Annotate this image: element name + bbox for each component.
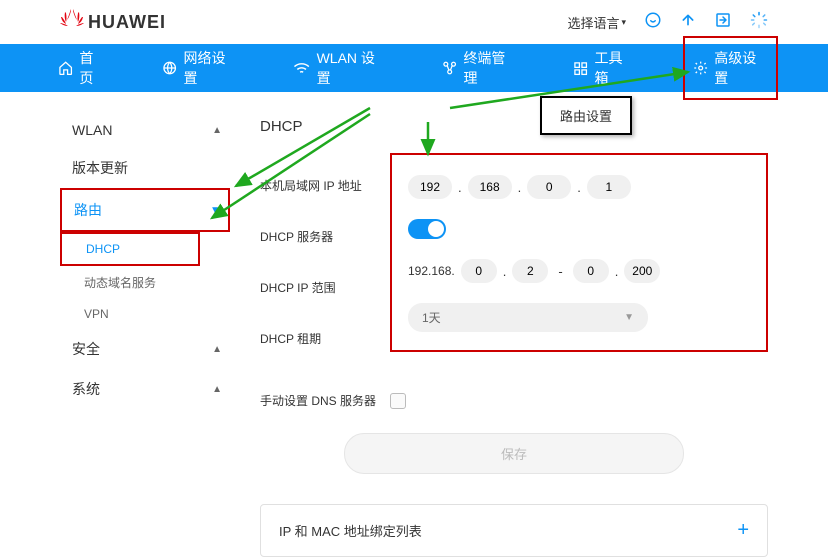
sidebar-sub-vpn[interactable]: VPN [60, 299, 230, 329]
lan-ip-octet-2[interactable] [468, 175, 512, 199]
row-dhcp-server [408, 219, 750, 239]
content-body: WLAN ▲ 版本更新 路由 ▼ DHCP 动态域名服务 VPN 安全 ▲ 系统… [0, 92, 828, 557]
row-lan-ip: . . . [408, 175, 750, 199]
sidebar-sub-dhcp-label: DHCP [86, 242, 120, 256]
sidebar-group-wlan[interactable]: WLAN ▲ [60, 112, 230, 148]
main-nav: 首页 网络设置 WLAN 设置 终端管理 工具箱 高级设置 [0, 44, 828, 92]
row-dhcp-lease: 1天 ▼ [408, 303, 750, 332]
nav-wlan-label: WLAN 设置 [317, 48, 387, 88]
sidebar-group-version[interactable]: 版本更新 [60, 148, 230, 188]
chevron-down-icon: ▾ [621, 17, 626, 28]
sidebar-label-system: 系统 [72, 379, 100, 399]
sidebar-group-security[interactable]: 安全 ▲ [60, 329, 230, 369]
sidebar-sub-ddns[interactable]: 动态域名服务 [60, 266, 230, 299]
range-prefix: 192.168. [408, 264, 455, 278]
save-button[interactable]: 保存 [344, 433, 684, 474]
label-dhcp-range: DHCP IP 范围 [260, 279, 390, 296]
nav-home-label: 首页 [79, 48, 106, 88]
header-right: 选择语言 ▾ [567, 11, 768, 34]
nav-wlan[interactable]: WLAN 设置 [285, 38, 394, 98]
sidebar-label-wlan: WLAN [72, 122, 112, 138]
dhcp-form-panel: . . . 192.168. . [390, 153, 768, 352]
manual-dns-checkbox[interactable] [390, 393, 406, 409]
sidebar-sub-dhcp[interactable]: DHCP [60, 232, 200, 266]
nav-home[interactable]: 首页 [50, 38, 114, 98]
nav-tools-label: 工具箱 [595, 48, 635, 88]
sidebar-sub-vpn-label: VPN [84, 307, 109, 321]
language-label: 选择语言 [567, 13, 619, 32]
chevron-up-icon: ▲ [212, 384, 222, 395]
range-a[interactable] [461, 259, 497, 283]
label-manual-dns: 手动设置 DNS 服务器 [260, 392, 390, 409]
dot-icon: . [458, 180, 462, 195]
chat-icon[interactable] [644, 11, 662, 34]
sidebar-label-version: 版本更新 [72, 158, 128, 178]
sidebar-label-security: 安全 [72, 339, 100, 359]
lan-ip-octet-3[interactable] [527, 175, 571, 199]
sidebar: WLAN ▲ 版本更新 路由 ▼ DHCP 动态域名服务 VPN 安全 ▲ 系统… [60, 102, 230, 557]
label-dhcp-server: DHCP 服务器 [260, 228, 390, 245]
upload-icon[interactable] [680, 12, 696, 33]
sidebar-group-system[interactable]: 系统 ▲ [60, 369, 230, 409]
sidebar-group-route[interactable]: 路由 ▼ [60, 188, 230, 232]
sidebar-label-route: 路由 [74, 200, 102, 220]
ip-mac-binding-panel: IP 和 MAC 地址绑定列表 + [260, 504, 768, 557]
nav-advanced-label: 高级设置 [714, 48, 768, 88]
label-dhcp-lease: DHCP 租期 [260, 330, 390, 347]
dot-icon: . [577, 180, 581, 195]
logout-icon[interactable] [714, 11, 732, 34]
range-d[interactable] [624, 259, 660, 283]
dhcp-server-toggle[interactable] [408, 219, 446, 239]
logo: HUAWEI [60, 9, 166, 35]
nav-network-label: 网络设置 [184, 48, 238, 88]
main-content: 路由设置 DHCP 本机局域网 IP 地址 DHCP 服务器 DHCP IP 范… [230, 102, 828, 557]
ipmac-title: IP 和 MAC 地址绑定列表 [279, 521, 422, 540]
chevron-up-icon: ▲ [212, 344, 222, 355]
nav-advanced[interactable]: 高级设置 [683, 36, 778, 100]
brand-text: HUAWEI [88, 12, 166, 33]
huawei-logo-icon [60, 9, 84, 35]
dhcp-lease-select[interactable]: 1天 ▼ [408, 303, 648, 332]
loading-icon[interactable] [750, 11, 768, 34]
callout-route-settings: 路由设置 [540, 96, 632, 135]
sidebar-sub-ddns-label: 动态域名服务 [84, 276, 156, 290]
nav-terminal-label: 终端管理 [463, 48, 517, 88]
add-binding-button[interactable]: + [737, 519, 749, 542]
nav-tools[interactable]: 工具箱 [565, 38, 643, 98]
label-lan-ip: 本机局域网 IP 地址 [260, 177, 390, 194]
nav-terminal[interactable]: 终端管理 [434, 38, 525, 98]
lan-ip-octet-1[interactable] [408, 175, 452, 199]
row-manual-dns: 手动设置 DNS 服务器 [260, 376, 768, 433]
chevron-down-icon: ▼ [624, 312, 634, 323]
chevron-down-icon: ▼ [210, 205, 220, 216]
chevron-up-icon: ▲ [212, 125, 222, 136]
range-b[interactable] [512, 259, 548, 283]
language-selector[interactable]: 选择语言 ▾ [567, 13, 626, 32]
dot-icon: . [503, 264, 507, 279]
range-c[interactable] [573, 259, 609, 283]
lease-value: 1天 [422, 309, 441, 326]
dash-icon: - [558, 264, 562, 279]
lan-ip-octet-4[interactable] [587, 175, 631, 199]
nav-network[interactable]: 网络设置 [154, 38, 245, 98]
dot-icon: . [518, 180, 522, 195]
page-title: DHCP [260, 112, 768, 153]
row-dhcp-range: 192.168. . - . [408, 259, 750, 283]
dot-icon: . [615, 264, 619, 279]
